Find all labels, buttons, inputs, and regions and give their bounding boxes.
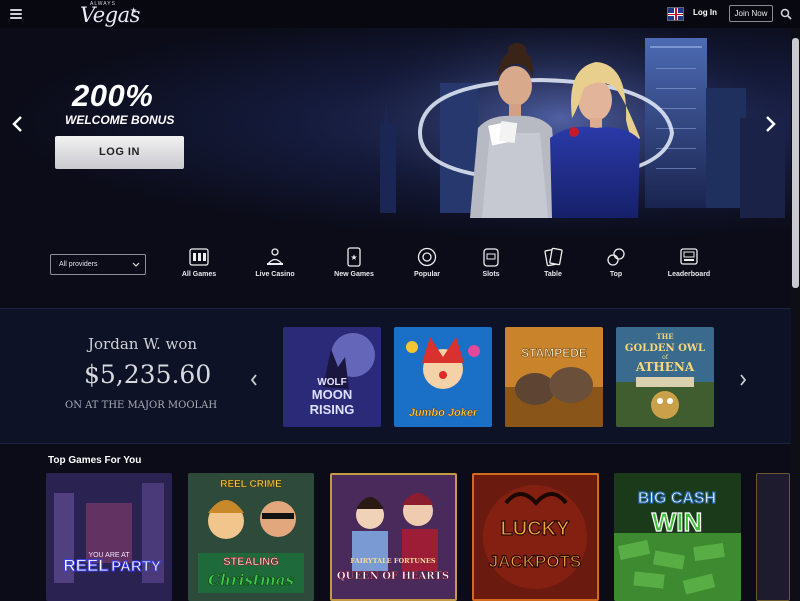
winner-name: Jordan W. won [88,335,198,353]
category-all-games[interactable]: All Games [169,246,229,286]
hero-login-button[interactable]: LOG IN [55,136,184,169]
tile-title-line2: GOLDEN OWL [625,343,705,354]
game-tile-big-cash-win[interactable]: BIG CASH WIN [614,473,741,601]
tile-title-line2: WIN [652,507,703,537]
tile-title-line1: FAIRYTALE FORTUNES [350,557,435,565]
top-icon [607,248,625,266]
winner-game: ON AT THE MAJOR MOOLAH [65,400,218,411]
login-link[interactable]: Log In [693,8,717,17]
page-scrollbar[interactable] [791,28,800,601]
category-label: Slots [482,271,500,278]
category-label: Leaderboard [667,271,711,278]
category-popular[interactable]: Popular [397,246,457,286]
provider-select-value: All providers [59,261,98,268]
slots-icon [483,248,499,267]
category-label: New Games [334,271,374,278]
category-leaderboard[interactable]: Leaderboard [659,246,719,286]
top-bar: ALWAYS Vegas ★ Log In Join Now [0,0,800,28]
page: ALWAYS Vegas ★ Log In Join Now 200% WELC… [0,0,800,601]
tile-title-line1: Jumbo Joker [409,407,478,419]
top-games-title: Top Games For You [48,455,142,466]
tile-title-line2: JACKPOTS [489,552,582,571]
category-label: All Games [181,271,217,278]
category-new-games[interactable]: ★ New Games [324,246,384,286]
tile-title-line1: REEL [63,556,108,575]
category-label: Top [609,271,623,278]
hero-artwork [330,28,790,238]
uk-flag-icon[interactable] [667,7,684,21]
live-casino-icon [267,248,283,265]
svg-text:★: ★ [350,253,357,262]
join-now-button[interactable]: Join Now [729,5,773,22]
tile-title-line1: BIG CASH [638,490,716,507]
table-icon [544,247,563,267]
tile-title-line1: REEL CRIME [220,479,282,490]
provider-select[interactable]: All providers [50,254,146,275]
new-games-icon: ★ [347,247,361,267]
featured-prev-icon[interactable] [249,373,259,387]
category-label: Popular [413,271,441,278]
all-games-icon [189,248,209,266]
category-label: Table [544,271,562,278]
hero-banner: 200% WELCOME BONUS LOG IN [0,28,800,240]
winners-strip: Jordan W. won $5,235.60 ON AT THE MAJOR … [0,308,800,444]
game-tile-reel-crime[interactable]: REEL CRIME STEALING Christmas [188,473,314,601]
category-top[interactable]: Top [586,246,646,286]
menu-icon[interactable] [10,9,22,19]
chevron-down-icon [132,262,140,267]
tile-title-line1: STAMPEDE [521,346,587,360]
game-tile-jumbo-joker[interactable]: Jumbo Joker [394,327,492,427]
logo-star-icon: ★ [130,6,138,15]
category-live-casino[interactable]: Live Casino [245,246,305,286]
tile-title-line2: QUEEN OF HEARTS [337,571,449,582]
scrollbar-thumb[interactable] [792,38,799,288]
tile-title-line1: THE [656,332,673,341]
search-icon[interactable] [780,8,792,20]
bonus-subtitle: WELCOME BONUS [65,113,175,127]
bonus-title: 200% [72,78,154,113]
game-tile-partial[interactable] [756,473,790,601]
winner-amount: $5,235.60 [84,360,212,389]
category-slots[interactable]: Slots [461,246,521,286]
game-tile-golden-owl-athena[interactable]: THE GOLDEN OWL of ATHENA [616,327,714,427]
tile-title-line3: ATHENA [635,360,695,374]
category-bar: All providers All Games Live Casino ★ Ne… [0,240,800,308]
game-tile-queen-of-hearts[interactable]: FAIRYTALE FORTUNES QUEEN OF HEARTS [330,473,457,601]
carousel-prev-icon[interactable] [10,114,26,134]
tile-title-line3: RISING [310,402,355,417]
carousel-next-icon[interactable] [762,114,778,134]
game-tile-reel-party[interactable]: YOU ARE AT REEL PARTY [46,473,172,601]
tile-title-line2: STEALING [223,556,279,568]
game-tile-wolf-moon-rising[interactable]: WOLF MOON RISING [283,327,381,427]
tile-title-line2: PARTY [111,558,161,575]
leaderboard-icon [680,248,698,265]
featured-next-icon[interactable] [738,373,748,387]
game-tile-lucky-jackpots[interactable]: LUCKY JACKPOTS [472,473,599,601]
logo[interactable]: ALWAYS Vegas ★ [78,0,148,28]
popular-icon [417,247,437,267]
tile-title-line1: LUCKY [501,518,571,540]
category-label: Live Casino [255,271,295,278]
tile-title-line2: MOON [312,387,352,402]
game-tile-stampede[interactable]: STAMPEDE [505,327,603,427]
tile-title-line3: Christmas [208,571,294,589]
category-table[interactable]: Table [523,246,583,286]
